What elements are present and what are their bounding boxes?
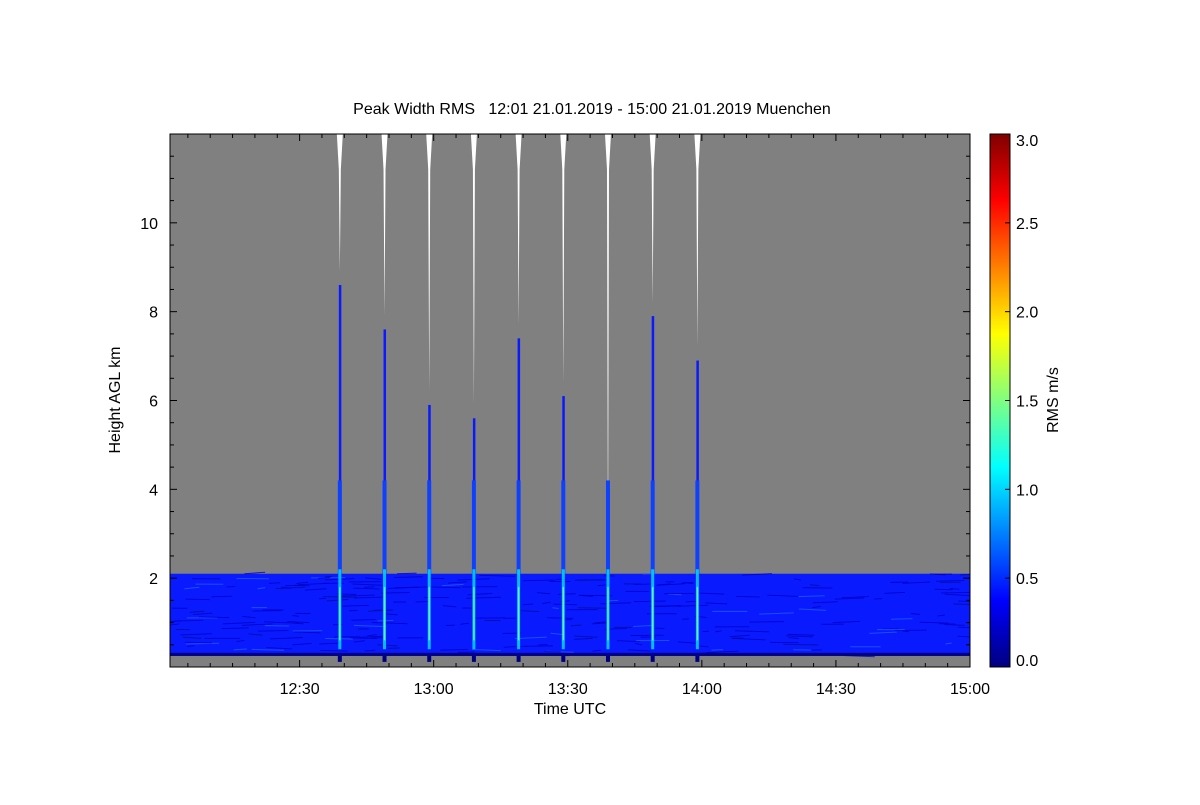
y-tick-label: 10: [140, 216, 158, 233]
chart: Peak Width RMS 12:01 21.01.2019 - 15:00 …: [0, 0, 1200, 800]
y-tick-label: 8: [149, 305, 158, 322]
colorbar-tick-label: 0.0: [1016, 653, 1038, 670]
x-tick-label: 14:00: [682, 681, 722, 698]
x-tick-label: 12:30: [280, 681, 320, 698]
y-tick-label: 2: [149, 571, 158, 588]
colorbar-tick-label: 0.5: [1016, 571, 1038, 588]
x-tick-label: 13:30: [548, 681, 588, 698]
colorbar-tick-label: 3.0: [1016, 133, 1038, 150]
colorbar-tick-label: 2.5: [1016, 216, 1038, 233]
y-tick-label: 4: [149, 482, 158, 499]
colorbar-tick-label: 2.0: [1016, 305, 1038, 322]
colorbar-tick-label: 1.0: [1016, 482, 1038, 499]
y-axis-label: Height AGL km: [107, 346, 124, 453]
x-axis-label: Time UTC: [534, 701, 606, 718]
chart-svg: Peak Width RMS 12:01 21.01.2019 - 15:00 …: [0, 0, 1200, 800]
x-tick-label: 15:00: [950, 681, 990, 698]
plot-area: [170, 134, 992, 667]
x-tick-label: 14:30: [816, 681, 856, 698]
colorbar: 0.0 0.5 1.0 1.5 2.0 2.5 3.0: [990, 133, 1038, 670]
surface-line: [170, 653, 970, 656]
x-tick-label: 13:00: [414, 681, 454, 698]
colorbar-tick-label: 1.5: [1016, 394, 1038, 411]
chart-title: Peak Width RMS 12:01 21.01.2019 - 15:00 …: [353, 101, 831, 118]
y-tick-label: 6: [149, 394, 158, 411]
colorbar-label: RMS m/s: [1045, 367, 1062, 433]
